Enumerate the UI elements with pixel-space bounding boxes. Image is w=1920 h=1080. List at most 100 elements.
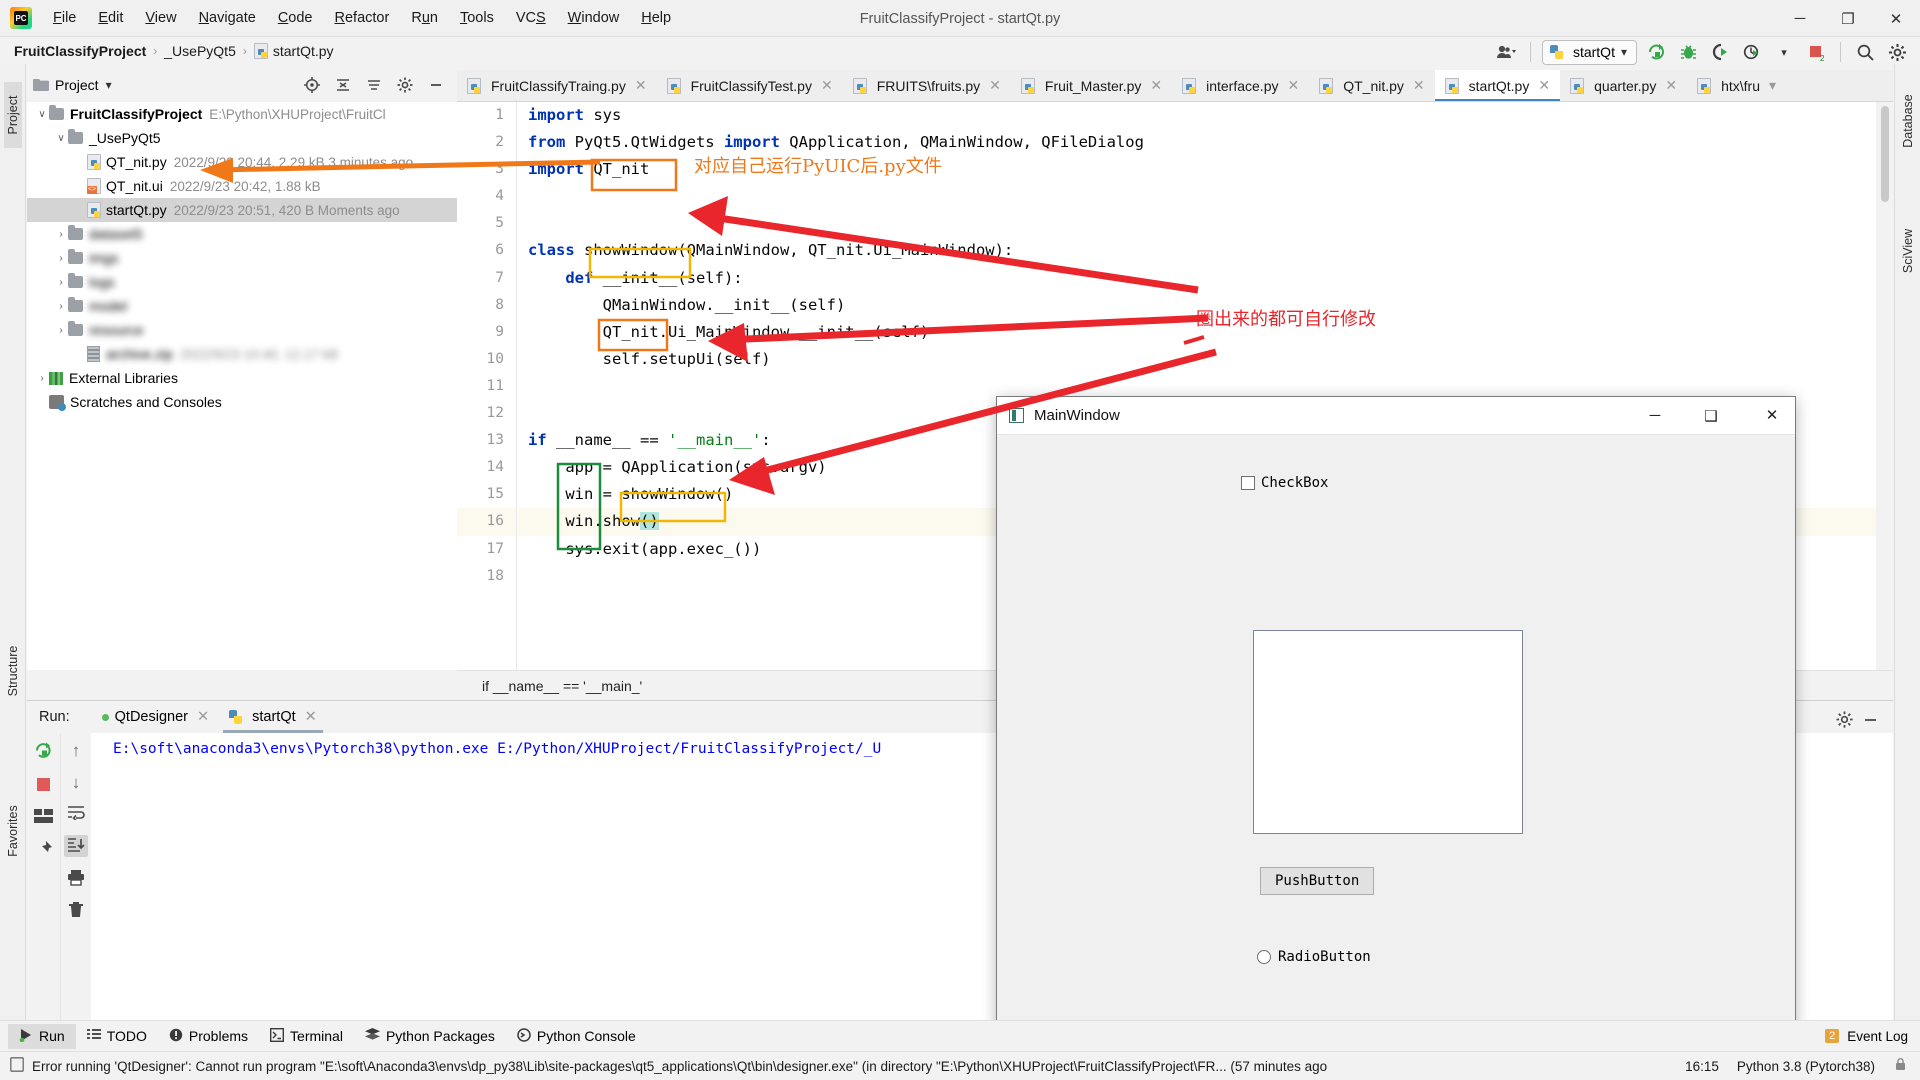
- tree-item[interactable]: › dataset5: [27, 222, 457, 246]
- editor-tab[interactable]: quarter.py ✕: [1560, 70, 1687, 101]
- tool-strip-button[interactable]: Python Packages: [354, 1024, 506, 1049]
- tree-item[interactable]: › External Libraries: [27, 366, 457, 390]
- run-settings-gear-icon[interactable]: [1831, 707, 1857, 731]
- search-icon[interactable]: [1852, 40, 1878, 64]
- up-icon[interactable]: ↑: [72, 741, 81, 761]
- event-log-area[interactable]: 2 Event Log: [1825, 1029, 1908, 1044]
- editor-tab[interactable]: FruitClassifyTraing.py ✕: [457, 70, 657, 101]
- close-icon[interactable]: ✕: [989, 77, 1001, 94]
- code-line[interactable]: self.setupUi(self): [518, 346, 1876, 373]
- window-minimize-button[interactable]: ─: [1776, 0, 1824, 37]
- tree-item[interactable]: ∨ _UsePyQt5: [27, 126, 457, 150]
- tree-expand-chevron-icon[interactable]: ›: [54, 325, 68, 336]
- menu-file[interactable]: FFileile: [42, 5, 87, 31]
- close-icon[interactable]: ✕: [1413, 77, 1425, 94]
- soft-wrap-icon[interactable]: [67, 805, 85, 823]
- debug-icon[interactable]: [1675, 40, 1701, 64]
- qt-window-controls[interactable]: ─ ❑ ✕: [1627, 397, 1795, 435]
- qt-radiobutton[interactable]: RadioButton: [1257, 949, 1371, 965]
- tree-item[interactable]: QT_nit.py 2022/9/23 20:44, 2.29 kB 3 minu…: [27, 150, 457, 174]
- qt-minimize-button[interactable]: ─: [1627, 397, 1683, 435]
- code-line[interactable]: [518, 183, 1876, 210]
- editor-tab[interactable]: startQt.py ✕: [1434, 70, 1561, 101]
- tree-item[interactable]: › logs: [27, 270, 457, 294]
- coverage-icon[interactable]: [1707, 40, 1733, 64]
- tree-expand-chevron-icon[interactable]: ›: [35, 373, 49, 384]
- tree-item[interactable]: Scratches and Consoles: [27, 390, 457, 414]
- layout-icon[interactable]: [34, 809, 53, 827]
- chevron-down-icon[interactable]: ▾: [106, 78, 112, 92]
- code-line[interactable]: class showWindow(QMainWindow, QT_nit.Ui_…: [518, 237, 1876, 264]
- close-icon[interactable]: ✕: [821, 77, 833, 94]
- tree-expand-chevron-icon[interactable]: ∨: [54, 133, 68, 144]
- tree-expand-chevron-icon[interactable]: ›: [54, 301, 68, 312]
- tree-item[interactable]: QT_nit.ui 2022/9/23 20:42, 1.88 kB: [27, 174, 457, 198]
- run-configuration-selector[interactable]: startQt ▾: [1541, 39, 1637, 65]
- tool-strip-button[interactable]: Run: [8, 1023, 76, 1049]
- run-side-toolbar[interactable]: [27, 733, 61, 1020]
- editor-tab[interactable]: FRUITS\fruits.py ✕: [843, 70, 1011, 101]
- run-console-toolbar[interactable]: ↑ ↓: [61, 733, 91, 1020]
- window-close-button[interactable]: ✕: [1872, 0, 1920, 37]
- print-icon[interactable]: [67, 869, 85, 889]
- chevron-down-icon[interactable]: ▾: [1769, 77, 1776, 94]
- editor-tab[interactable]: Fruit_Master.py ✕: [1011, 70, 1172, 101]
- trash-icon[interactable]: [68, 901, 84, 921]
- close-icon[interactable]: ✕: [305, 709, 317, 725]
- breadcrumb-project[interactable]: FruitClassifyProject: [14, 43, 146, 59]
- qt-title-bar[interactable]: MainWindow ─ ❑ ✕: [997, 397, 1795, 435]
- rail-favorites-button[interactable]: Favorites: [6, 798, 20, 864]
- tree-item[interactable]: › resource: [27, 318, 457, 342]
- tree-item[interactable]: startQt.py 2022/9/23 20:51, 420 B Moments…: [27, 198, 457, 222]
- editor-scrollbar[interactable]: [1878, 102, 1892, 670]
- tool-strip-button[interactable]: Python Console: [506, 1024, 647, 1049]
- menu-code[interactable]: Code: [267, 5, 324, 31]
- window-controls[interactable]: ─ ❐ ✕: [1776, 0, 1920, 37]
- qt-maximize-button[interactable]: ❑: [1683, 397, 1739, 435]
- menu-vcs[interactable]: VCS: [505, 5, 557, 31]
- tree-item[interactable]: › imgs: [27, 246, 457, 270]
- qt-mainwindow-dialog[interactable]: MainWindow ─ ❑ ✕ CheckBox PushButton Rad…: [996, 396, 1796, 1036]
- editor-tab-bar[interactable]: FruitClassifyTraing.py ✕ FruitClassifyTest…: [457, 70, 1893, 102]
- stop-icon[interactable]: 2: [1803, 40, 1829, 64]
- rail-project-button[interactable]: Project: [4, 82, 22, 148]
- rail-sciview-button[interactable]: SciView: [1901, 218, 1915, 284]
- toolbar-right[interactable]: startQt ▾ ▾ 2: [1493, 37, 1910, 67]
- qt-close-button[interactable]: ✕: [1739, 397, 1795, 435]
- gear-icon[interactable]: [392, 73, 418, 97]
- close-icon[interactable]: ✕: [1665, 77, 1677, 94]
- down-icon[interactable]: ↓: [72, 773, 81, 793]
- bottom-tool-strip[interactable]: Run TODO Problems Terminal Python Packages Py…: [0, 1020, 1920, 1051]
- collapse-all-icon[interactable]: [330, 73, 356, 97]
- rail-structure-button[interactable]: Structure: [6, 638, 20, 704]
- run-icon[interactable]: [1643, 40, 1669, 64]
- tool-strip-button[interactable]: TODO: [76, 1024, 158, 1049]
- status-interpreter[interactable]: Python 3.8 (Pytorch38): [1737, 1059, 1875, 1074]
- code-line[interactable]: def __init__(self):: [518, 265, 1876, 292]
- menu-help[interactable]: Help: [630, 5, 682, 31]
- breadcrumb-folder[interactable]: _UsePyQt5: [164, 43, 236, 59]
- tool-strip-button[interactable]: Terminal: [259, 1024, 354, 1049]
- checkbox-box-icon[interactable]: [1241, 476, 1255, 490]
- scrollbar-thumb[interactable]: [1881, 106, 1889, 202]
- code-line[interactable]: import sys: [518, 102, 1876, 129]
- scroll-to-end-icon[interactable]: [64, 835, 88, 857]
- editor-tab[interactable]: FruitClassifyTest.py ✕: [657, 70, 843, 101]
- menu-refactor[interactable]: Refactor: [324, 5, 401, 31]
- tree-item[interactable]: ∨ FruitClassifyProject E:\Python\XHUProjec…: [27, 102, 457, 126]
- rerun-icon[interactable]: [34, 741, 53, 763]
- qt-pushbutton[interactable]: PushButton: [1260, 867, 1375, 895]
- locate-icon[interactable]: [299, 73, 325, 97]
- pin-icon[interactable]: [35, 840, 53, 861]
- run-tab-startqt[interactable]: startQt ✕: [219, 701, 327, 733]
- menu-run[interactable]: Run: [400, 5, 449, 31]
- tree-expand-chevron-icon[interactable]: ∨: [35, 109, 49, 120]
- tool-strip-button[interactable]: Problems: [158, 1024, 259, 1049]
- editor-tab[interactable]: interface.py ✕: [1172, 70, 1309, 101]
- tree-expand-chevron-icon[interactable]: ›: [54, 277, 68, 288]
- tree-expand-chevron-icon[interactable]: ›: [54, 253, 68, 264]
- event-log-label[interactable]: Event Log: [1847, 1029, 1908, 1044]
- close-icon[interactable]: ✕: [635, 77, 647, 94]
- code-line[interactable]: [518, 210, 1876, 237]
- menu-view[interactable]: View: [134, 5, 187, 31]
